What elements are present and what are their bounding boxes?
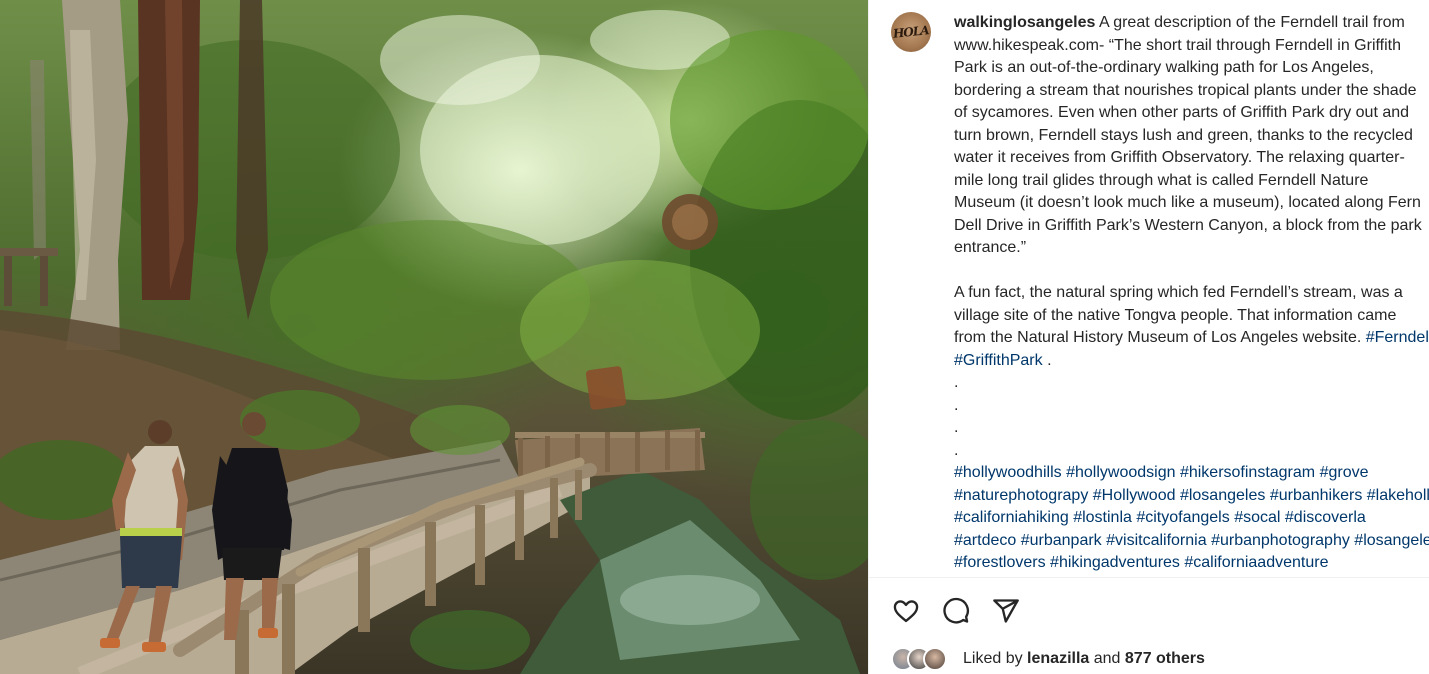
post-detail-panel: HOLA walkinglosangeles A great descripti… bbox=[868, 0, 1429, 674]
caption-line: bordering a stream that nourishes tropic… bbox=[954, 81, 1417, 99]
comment-button[interactable] bbox=[939, 594, 973, 628]
hashtag-link[interactable]: #hikersofinstagram bbox=[1180, 464, 1315, 481]
hashtag-link[interactable]: #forestlovers bbox=[954, 554, 1046, 571]
heart-icon bbox=[893, 600, 919, 623]
caption-line: #GriffithPark . bbox=[954, 350, 1429, 373]
hashtag-link[interactable]: #californiaadventure bbox=[1184, 554, 1328, 571]
caption-dot: . bbox=[954, 441, 959, 459]
hashtag-link[interactable]: #artdeco bbox=[954, 532, 1016, 549]
likes-summary: Liked by lenazilla and 877 others bbox=[891, 646, 1205, 672]
hashtag-link[interactable]: #grove bbox=[1320, 464, 1369, 481]
username-link[interactable]: walkinglosangeles bbox=[954, 14, 1095, 31]
hashtag-link[interactable]: #socal bbox=[1234, 509, 1280, 526]
hashtag-link[interactable]: #californiahiking bbox=[954, 509, 1069, 526]
caption-line: mile long trail glides through what is c… bbox=[954, 171, 1369, 189]
share-icon bbox=[993, 599, 1019, 623]
hashtag-link[interactable]: #hollywoodsign bbox=[1066, 464, 1175, 481]
likes-prefix: Liked by bbox=[963, 650, 1028, 667]
hashtag-link[interactable]: #discoverla bbox=[1285, 509, 1366, 526]
caption-line: turn brown, Ferndell stays lush and gree… bbox=[954, 126, 1413, 144]
post-actions bbox=[889, 594, 1023, 628]
caption-dot: . bbox=[954, 419, 959, 436]
avatar-logo: HOLA bbox=[892, 23, 930, 41]
caption-text: . bbox=[1042, 351, 1052, 369]
caption-line: entrance.” bbox=[954, 239, 1027, 256]
caption-scroll-area[interactable]: HOLA walkinglosangeles A great descripti… bbox=[869, 0, 1429, 577]
hashtag-link[interactable]: #lakehollywood bbox=[1367, 487, 1429, 504]
caption-paragraph-gap bbox=[954, 260, 1429, 283]
likes-conjunction: and bbox=[1089, 650, 1125, 667]
hashtag-line: #artdeco #urbanpark #visitcalifornia #ur… bbox=[954, 530, 1429, 553]
caption-line: water it receives from Griffith Observat… bbox=[954, 149, 1405, 166]
hashtag-link[interactable]: #cityofangels bbox=[1136, 509, 1229, 526]
hashtag-link[interactable]: #GriffithPark bbox=[954, 352, 1043, 369]
hashtag-link[interactable]: #hikingadventures bbox=[1050, 554, 1180, 571]
avatar[interactable]: HOLA bbox=[891, 12, 931, 52]
caption-line: Museum (it doesn’t look much like a muse… bbox=[954, 194, 1421, 211]
likes-others-link[interactable]: 877 others bbox=[1125, 650, 1205, 667]
hashtag-line: #naturephotograpy #Hollywood #losangeles… bbox=[954, 485, 1429, 508]
caption-line: from the Natural History Museum of Los A… bbox=[954, 327, 1429, 350]
like-button[interactable] bbox=[889, 594, 923, 628]
likes-text: Liked by lenazilla and 877 others bbox=[963, 650, 1205, 668]
caption-text: A great description of the Ferndell trai… bbox=[1095, 14, 1405, 31]
hashtag-link[interactable]: #lostinla bbox=[1073, 509, 1132, 526]
post-photo[interactable] bbox=[0, 0, 868, 674]
hashtag-link[interactable]: #losangelesphotography bbox=[1354, 532, 1429, 549]
caption-line: Park is an out-of-the-ordinary walking p… bbox=[954, 59, 1374, 76]
hashtag-line: #hollywoodhills #hollywoodsign #hikersof… bbox=[954, 462, 1429, 485]
hashtag-line: #californiahiking #lostinla #cityofangel… bbox=[954, 507, 1429, 530]
post-caption: walkinglosangeles A great description of… bbox=[954, 12, 1429, 575]
liker-username-link[interactable]: lenazilla bbox=[1027, 650, 1089, 667]
liker-avatars[interactable] bbox=[891, 647, 957, 671]
caption-text: from the Natural History Museum of Los A… bbox=[954, 329, 1366, 346]
hashtag-line: #forestlovers #hikingadventures #califor… bbox=[954, 552, 1429, 575]
liker-avatar bbox=[923, 647, 947, 671]
hashtag-link[interactable]: #urbanphotography bbox=[1211, 532, 1350, 549]
caption-line: Dell Drive in Griffith Park’s Western Ca… bbox=[954, 216, 1422, 234]
hashtag-link[interactable]: #Hollywood bbox=[1093, 487, 1176, 504]
hashtag-link[interactable]: #naturephotograpy bbox=[954, 487, 1088, 504]
hashtag-link[interactable]: #visitcalifornia bbox=[1106, 532, 1206, 549]
section-divider bbox=[869, 577, 1429, 578]
hashtag-link[interactable]: #urbanhikers bbox=[1270, 487, 1363, 504]
caption-line: village site of the native Tongva people… bbox=[954, 306, 1397, 324]
caption-dot: . bbox=[954, 396, 959, 414]
caption-line: www.hikespeak.com- “The short trail thro… bbox=[954, 36, 1401, 54]
comment-icon bbox=[943, 597, 969, 624]
forest-trail-illustration bbox=[0, 0, 868, 674]
caption-line: A fun fact, the natural spring which fed… bbox=[954, 284, 1403, 301]
caption-line-first: walkinglosangeles A great description of… bbox=[954, 12, 1429, 35]
hashtag-link[interactable]: #Ferndell bbox=[1366, 329, 1429, 346]
caption-dot: . bbox=[954, 374, 959, 391]
share-button[interactable] bbox=[989, 594, 1023, 628]
caption-line: of sycamores. Even when other parts of G… bbox=[954, 104, 1410, 121]
hashtag-link[interactable]: #urbanpark bbox=[1021, 532, 1102, 549]
hashtag-link[interactable]: #losangeles bbox=[1180, 487, 1265, 504]
hashtag-link[interactable]: #hollywoodhills bbox=[954, 464, 1062, 481]
